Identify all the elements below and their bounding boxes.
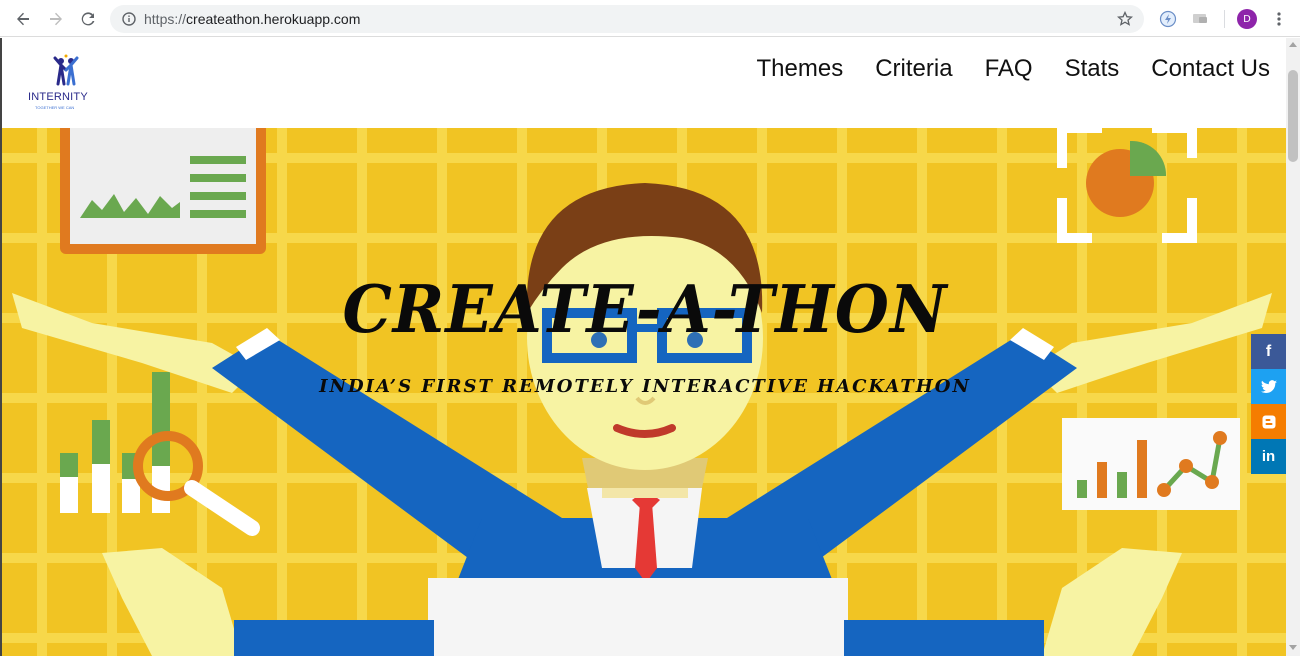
url-host: createathon.herokuapp.com: [186, 11, 361, 27]
share-twitter-button[interactable]: [1251, 369, 1286, 404]
twitter-icon: [1260, 379, 1277, 393]
line-chart-card-illustration: [1062, 418, 1240, 510]
browser-toolbar: https://createathon.herokuapp.com D: [0, 0, 1300, 37]
main-menu: Themes Criteria FAQ Stats Contact Us: [757, 55, 1270, 83]
blogger-icon: [1262, 415, 1275, 428]
menu-stats[interactable]: Stats: [1065, 55, 1120, 83]
scroll-up-icon[interactable]: [1289, 42, 1297, 47]
hero-title: CREATE-A-THON: [342, 271, 948, 348]
toolbar-divider: [1224, 10, 1225, 28]
page-scrollbar[interactable]: [1286, 38, 1300, 656]
site-logo[interactable]: INTERNITY TOGETHER WE CAN: [26, 54, 106, 114]
scroll-down-icon[interactable]: [1289, 645, 1297, 650]
site-header: INTERNITY TOGETHER WE CAN Themes Criteri…: [0, 38, 1286, 128]
menu-themes[interactable]: Themes: [757, 55, 844, 83]
logo-figures-icon: [53, 54, 79, 86]
back-button[interactable]: [10, 6, 36, 32]
url-text: https://createathon.herokuapp.com: [144, 11, 360, 27]
back-arrow-icon: [17, 12, 29, 26]
forward-button[interactable]: [43, 6, 69, 32]
menu-contact-us[interactable]: Contact Us: [1151, 55, 1270, 83]
facebook-icon: f: [1265, 342, 1272, 360]
hero-banner: CREATE-A-THON INDIA’S FIRST REMOTELY INT…: [0, 128, 1286, 656]
profile-avatar[interactable]: D: [1236, 8, 1258, 30]
browser-menu-icon[interactable]: [1268, 8, 1290, 30]
menu-faq[interactable]: FAQ: [985, 55, 1033, 83]
hero-subtitle: INDIA’S FIRST REMOTELY INTERACTIVE HACKA…: [319, 376, 971, 397]
laptop-illustration: [428, 578, 848, 656]
linkedin-icon: in: [1261, 448, 1276, 465]
forward-arrow-icon: [50, 12, 62, 26]
menu-criteria[interactable]: Criteria: [875, 55, 952, 83]
logo-text: INTERNITY: [28, 91, 88, 103]
web-page: INTERNITY TOGETHER WE CAN Themes Criteri…: [0, 38, 1286, 656]
cast-extension-icon[interactable]: [1189, 8, 1211, 30]
share-blogger-button[interactable]: [1251, 404, 1286, 439]
share-facebook-button[interactable]: f: [1251, 334, 1286, 369]
logo-tagline: TOGETHER WE CAN: [35, 105, 75, 110]
avatar-initial: D: [1237, 9, 1257, 29]
site-info-icon[interactable]: [120, 10, 138, 28]
address-bar[interactable]: https://createathon.herokuapp.com: [110, 5, 1144, 33]
bookmark-star-icon[interactable]: [1116, 10, 1134, 28]
share-linkedin-button[interactable]: in: [1251, 439, 1286, 474]
reload-button[interactable]: [75, 6, 101, 32]
url-scheme: https://: [144, 11, 187, 27]
extension-icon[interactable]: [1157, 8, 1179, 30]
scrollbar-thumb[interactable]: [1288, 70, 1298, 162]
reload-icon: [81, 12, 95, 26]
board-illustration: [60, 128, 266, 254]
